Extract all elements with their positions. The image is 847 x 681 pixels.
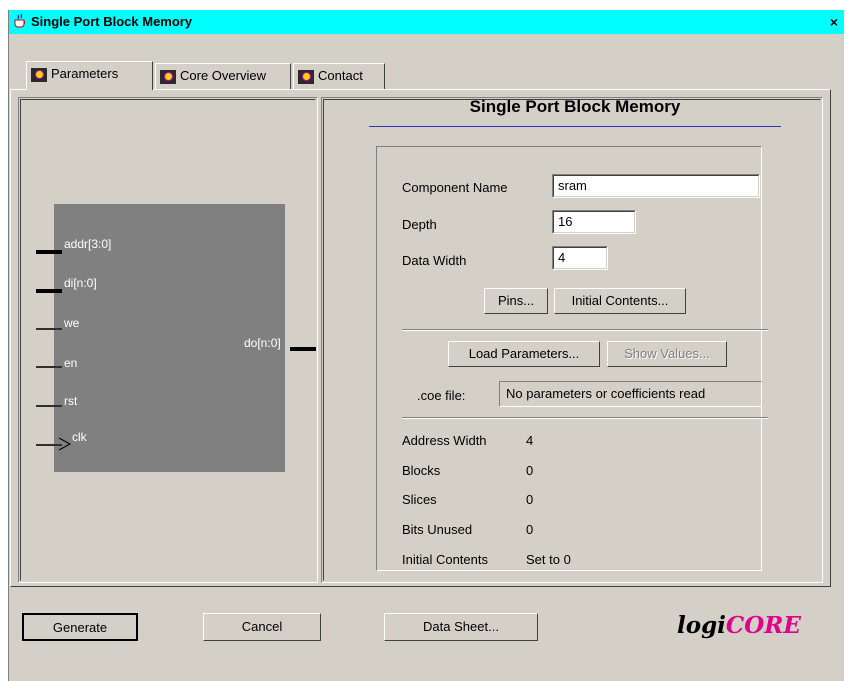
info-value-slices: 0 bbox=[526, 492, 534, 507]
info-label-bits-unused: Bits Unused bbox=[402, 522, 473, 537]
show-values-button[interactable]: Show Values... bbox=[607, 341, 727, 367]
info-label-initial-contents: Initial Contents bbox=[402, 552, 488, 567]
initial-contents-button[interactable]: Initial Contents... bbox=[554, 288, 686, 314]
cancel-button[interactable]: Cancel bbox=[203, 613, 321, 641]
pin-label-we: we bbox=[64, 316, 80, 330]
pin-line-addr bbox=[36, 250, 62, 254]
info-value-bits-unused: 0 bbox=[526, 522, 534, 537]
info-label-slices: Slices bbox=[402, 492, 437, 507]
java-cup-icon bbox=[14, 13, 26, 28]
tab-contact[interactable]: Contact bbox=[293, 63, 385, 89]
tab-parameters-label: Parameters bbox=[51, 66, 119, 81]
tab-parameters[interactable]: Parameters bbox=[26, 61, 153, 90]
logo-part-1: logi bbox=[677, 612, 726, 639]
info-value-initial-contents: Set to 0 bbox=[526, 552, 571, 567]
pin-line-di bbox=[36, 289, 62, 293]
core-icon bbox=[31, 67, 47, 82]
pin-label-clk: clk bbox=[72, 430, 87, 444]
pin-label-en: en bbox=[64, 356, 78, 370]
pin-label-di: di[n:0] bbox=[64, 276, 97, 290]
info-label-address-width: Address Width bbox=[402, 433, 487, 448]
info-label-blocks: Blocks bbox=[402, 463, 441, 478]
logo-part-2: CORE bbox=[725, 612, 801, 639]
info-value-blocks: 0 bbox=[526, 463, 534, 478]
close-icon[interactable]: × bbox=[826, 14, 842, 30]
data-width-field[interactable]: 4 bbox=[552, 246, 608, 270]
data-width-label: Data Width bbox=[402, 253, 467, 268]
depth-label: Depth bbox=[402, 217, 437, 232]
depth-field[interactable]: 16 bbox=[552, 210, 636, 234]
window-title: Single Port Block Memory bbox=[31, 14, 193, 29]
pin-label-addr: addr[3:0] bbox=[64, 237, 112, 251]
pin-line-we bbox=[36, 328, 62, 330]
pin-line-rst bbox=[36, 405, 62, 407]
tab-core-overview[interactable]: Core Overview bbox=[155, 63, 291, 89]
pin-line-en bbox=[36, 366, 62, 368]
pin-label-rst: rst bbox=[64, 394, 78, 408]
separator bbox=[402, 417, 768, 419]
load-parameters-button[interactable]: Load Parameters... bbox=[448, 341, 600, 367]
separator bbox=[402, 329, 768, 331]
clock-arrow-icon bbox=[58, 437, 72, 451]
data-sheet-button[interactable]: Data Sheet... bbox=[384, 613, 538, 641]
pin-line-do bbox=[290, 347, 316, 351]
tab-contact-label: Contact bbox=[318, 68, 363, 83]
pins-button[interactable]: Pins... bbox=[484, 288, 548, 314]
coe-file-field: No parameters or coefficients read bbox=[499, 381, 762, 407]
component-name-label: Component Name bbox=[402, 180, 508, 195]
core-icon bbox=[160, 69, 176, 84]
title-underline bbox=[369, 126, 781, 127]
generate-button[interactable]: Generate bbox=[22, 613, 138, 641]
pin-label-do: do[n:0] bbox=[244, 336, 281, 350]
title-bar: Single Port Block Memory × bbox=[9, 10, 844, 34]
logicore-logo: logiCORE bbox=[677, 612, 801, 639]
info-value-address-width: 4 bbox=[526, 433, 534, 448]
core-icon bbox=[298, 69, 314, 84]
coe-file-label: .coe file: bbox=[417, 388, 466, 403]
form-title: Single Port Block Memory bbox=[469, 97, 681, 116]
tab-core-overview-label: Core Overview bbox=[180, 68, 266, 83]
component-name-field[interactable]: sram bbox=[552, 174, 760, 198]
